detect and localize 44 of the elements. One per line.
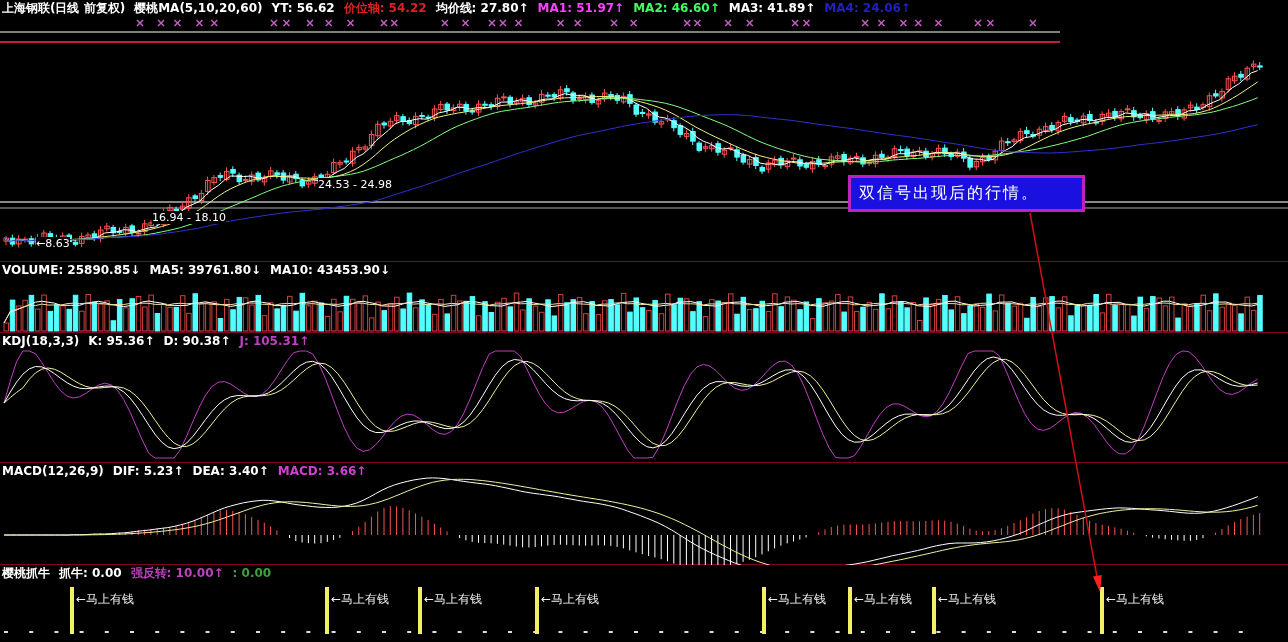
signal-bar	[535, 587, 539, 634]
indicator-label: KDJ(18,3,3)	[2, 334, 80, 348]
indicator-label: K: 95.36↑	[88, 334, 155, 348]
price-label: 24.53 - 24.98	[318, 178, 392, 191]
indicator-label: MA3: 41.89↑	[728, 1, 816, 15]
indicator-label: 抓牛: 0.00	[59, 566, 122, 580]
indicator-label: 樱桃MA(5,10,20,60)	[134, 1, 263, 15]
signal-label: ←马上有钱	[541, 592, 600, 606]
indicator-label: MACD: 3.66↑	[277, 464, 367, 478]
indicator-label: DEA: 3.40↑	[192, 464, 269, 478]
indicator-label: 上海钢联(日线 前复权)	[2, 1, 126, 15]
indicator-label: 强反转: 10.00↑	[130, 566, 224, 580]
indicator-label: J: 105.31↑	[239, 334, 310, 348]
indicator-label: 樱桃抓牛	[2, 566, 50, 580]
signal-label: ←马上有钱	[854, 592, 913, 606]
signal-bar	[762, 587, 766, 634]
indicator-label: MACD(12,26,9)	[2, 464, 104, 478]
signal-bar	[325, 587, 329, 634]
indicator-label: MA4: 24.06↑	[824, 1, 911, 15]
signal-bar	[1100, 587, 1104, 634]
indicator-label: MA10: 43453.90↓	[270, 263, 390, 277]
signal-bar	[70, 587, 74, 634]
signal-label: ←马上有钱	[1106, 592, 1165, 606]
signal-label: ←马上有钱	[768, 592, 827, 606]
signal-bar	[848, 587, 852, 634]
indicator-label: YT: 56.62	[271, 1, 335, 15]
indicator-label: MA5: 39761.80↓	[149, 263, 262, 277]
indicator-label: MA1: 51.97↑	[537, 1, 625, 15]
indicator-label: 价位轴: 54.22	[343, 1, 427, 15]
indicator-label: D: 90.38↑	[163, 334, 231, 348]
signal-label: ←马上有钱	[938, 592, 997, 606]
price-label: 16.94 - 18.10	[152, 211, 226, 224]
signal-bar	[932, 587, 936, 634]
indicator-label: : 0.00	[232, 566, 272, 580]
callout-box: 双信号出现后的行情。	[848, 175, 1085, 212]
signal-bar	[418, 587, 422, 634]
price-label: ←8.63	[36, 237, 70, 250]
indicator-label: DIF: 5.23↑	[112, 464, 184, 478]
indicator-label: 均价线: 27.80↑	[435, 1, 529, 15]
indicator-label: VOLUME: 25890.85↓	[2, 263, 141, 277]
indicator-label: MA2: 46.60↑	[633, 1, 720, 15]
signal-label: ←马上有钱	[424, 592, 483, 606]
signal-label: ←马上有钱	[76, 592, 135, 606]
signal-label: ←马上有钱	[331, 592, 390, 606]
